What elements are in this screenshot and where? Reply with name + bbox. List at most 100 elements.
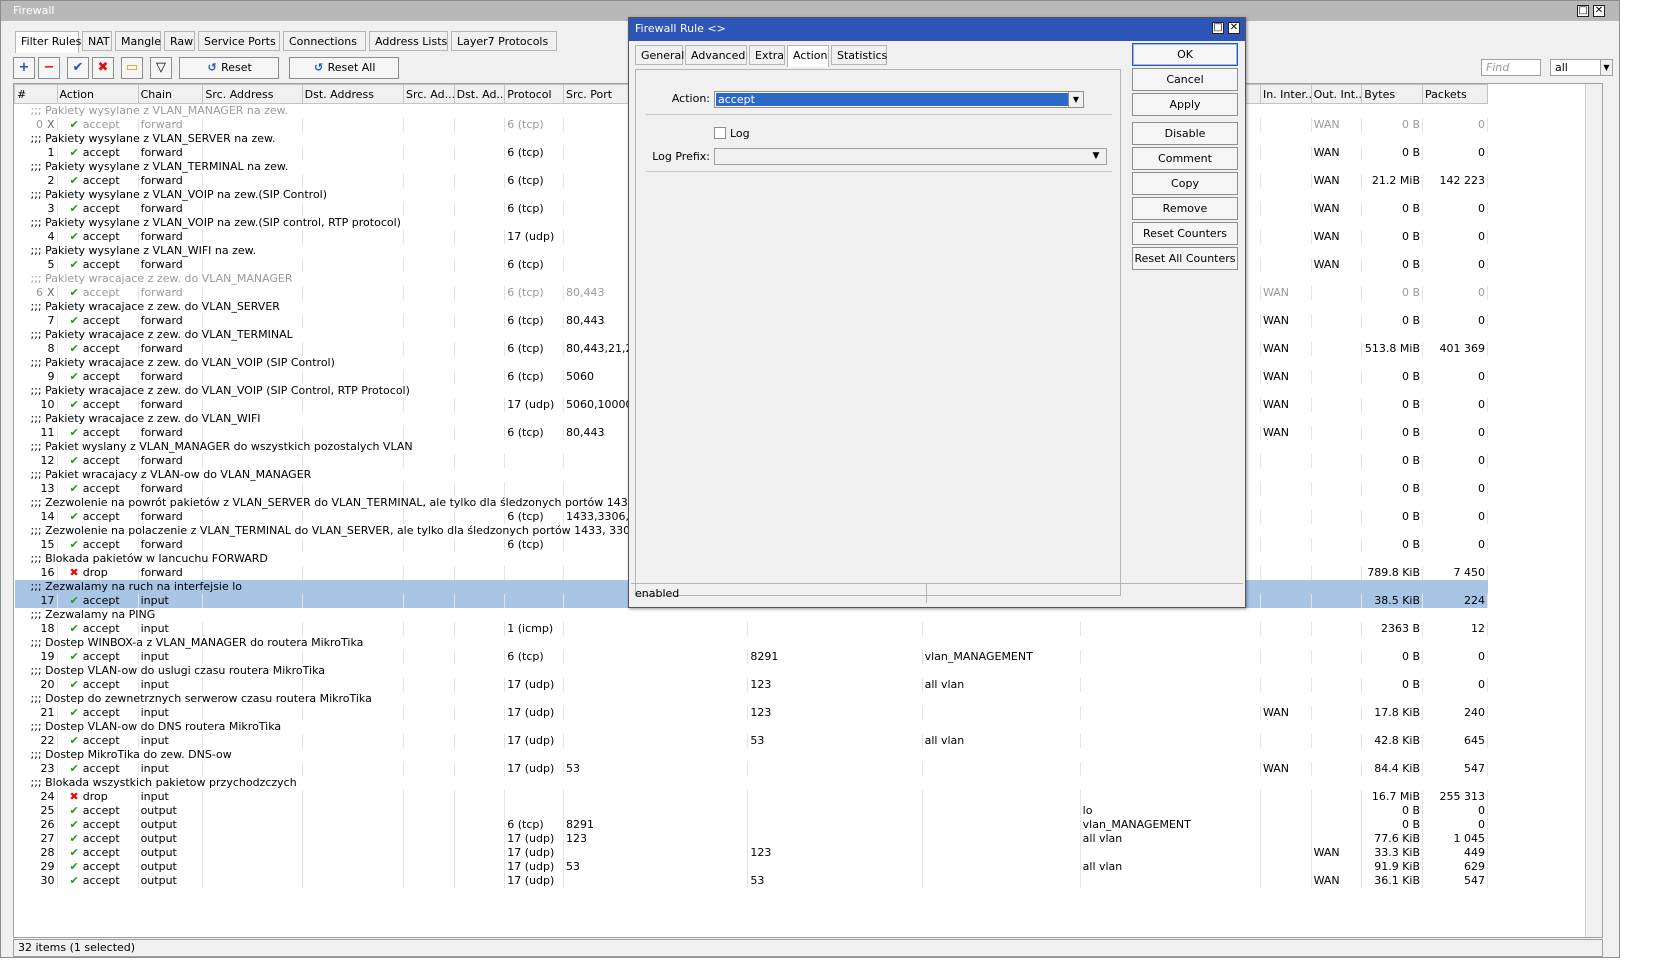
table-row[interactable]: 18 ✔ accept input 1 (icmp) 2363 B 12 xyxy=(14,622,1488,636)
cancel-button[interactable]: Cancel xyxy=(1132,68,1238,91)
rule-protocol: 17 (udp) xyxy=(504,678,564,692)
accept-icon: ✔ xyxy=(69,846,79,859)
rule-chain: forward xyxy=(138,342,204,356)
src-address-list xyxy=(403,146,455,160)
tab-statistics[interactable]: Statistics xyxy=(831,45,887,65)
in-interface: all vlan xyxy=(922,678,1081,692)
table-row[interactable]: 22 ✔ accept input 17 (udp) 53 all vlan 42.8 KiB… xyxy=(14,734,1488,748)
enable-icon[interactable]: ✔ xyxy=(67,57,89,79)
close-icon[interactable]: ✕ xyxy=(1593,5,1605,17)
disable-button[interactable]: Disable xyxy=(1132,122,1238,145)
maximize-icon[interactable]: □ xyxy=(1577,5,1589,17)
log-prefix-input[interactable] xyxy=(714,148,1107,165)
comment-row[interactable]: ;;; Dostep WINBOX-a z VLAN_MANAGER do ro… xyxy=(15,636,1488,650)
tab-extra[interactable]: Extra xyxy=(749,45,785,65)
remove-icon[interactable]: − xyxy=(38,57,60,79)
table-row[interactable]: 19 ✔ accept input 6 (tcp) 8291 vlan_MANAGEMENT… xyxy=(14,650,1488,664)
column-header[interactable]: Chain xyxy=(137,84,204,104)
column-header[interactable]: Dst. Ad... xyxy=(453,84,506,104)
rule-bytes: 91.9 KiB xyxy=(1361,860,1424,874)
reset-all-counters-button[interactable]: Reset All Counters xyxy=(1132,247,1238,270)
in-interface-list xyxy=(1260,734,1312,748)
rule-action: ✖ drop xyxy=(57,566,139,580)
rule-action: ✔ accept xyxy=(57,202,139,216)
comment-row[interactable]: ;;; Dostep VLAN-ow do DNS routera MikroT… xyxy=(15,720,1488,734)
action-text: accept xyxy=(82,286,120,299)
dst-address-list xyxy=(454,426,506,440)
table-row[interactable]: 28 ✔ accept output 17 (udp) 123 WAN 33.3 KiB 449 xyxy=(14,846,1488,860)
chevron-down-icon[interactable]: ▼ xyxy=(1088,148,1104,165)
reset-counters-button[interactable]: Reset Counters xyxy=(1132,222,1238,245)
accept-icon: ✔ xyxy=(69,202,79,215)
dst-address xyxy=(302,762,404,776)
table-row[interactable]: 30 ✔ accept output 17 (udp) 53 WAN 36.1 KiB 547 xyxy=(14,874,1488,888)
tab-general[interactable]: General xyxy=(635,45,684,65)
comment-row[interactable]: ;;; Zezwalamy na PING xyxy=(15,608,1488,622)
comment-row[interactable]: ;;; Dostep MikroTika do zew. DNS-ow xyxy=(15,748,1488,762)
maximize-icon[interactable]: □ xyxy=(1212,22,1224,34)
comment-row[interactable]: ;;; Dostep do zewnetrznych serwerow czas… xyxy=(15,692,1488,706)
tab-service-ports[interactable]: Service Ports xyxy=(198,31,280,51)
comment-button[interactable]: Comment xyxy=(1132,147,1238,170)
action-select[interactable]: accept ▼ xyxy=(714,91,1084,108)
action-text: accept xyxy=(82,314,120,327)
tab-address-lists[interactable]: Address Lists xyxy=(369,31,448,51)
comment-row[interactable]: ;;; Blokada wszystkich pakietow przychod… xyxy=(15,776,1488,790)
src-address-list xyxy=(403,426,455,440)
table-row[interactable]: 26 ✔ accept output 6 (tcp) 8291 vlan_MANAGEMEN… xyxy=(14,818,1488,832)
tab-filter-rules[interactable]: Filter Rules xyxy=(15,31,81,53)
comment-row[interactable]: ;;; Dostep VLAN-ow do uslugi czasu route… xyxy=(15,664,1488,678)
table-row[interactable]: 29 ✔ accept output 17 (udp) 53 all vlan 91.9 Ki… xyxy=(14,860,1488,874)
rule-chain: output xyxy=(138,818,204,832)
out-interface-list xyxy=(1311,286,1363,300)
column-header[interactable]: Action xyxy=(56,84,139,104)
tab-action[interactable]: Action xyxy=(787,45,829,67)
column-header[interactable]: Out. Int... xyxy=(1310,84,1363,104)
table-row[interactable]: 21 ✔ accept input 17 (udp) 123 WAN 17.8 KiB 240 xyxy=(14,706,1488,720)
column-header[interactable]: Src. Address xyxy=(202,84,303,104)
src-port xyxy=(563,790,749,804)
log-checkbox[interactable] xyxy=(714,127,726,139)
tab-nat[interactable]: NAT xyxy=(82,31,112,51)
copy-button[interactable]: Copy xyxy=(1132,172,1238,195)
column-header[interactable]: Protocol xyxy=(504,84,564,104)
filter-icon[interactable]: ▽ xyxy=(150,57,172,79)
rule-chain: input xyxy=(138,594,204,608)
table-row[interactable]: 27 ✔ accept output 17 (udp) 123 all vlan 77.6 K… xyxy=(14,832,1488,846)
rule-chain: input xyxy=(138,790,204,804)
vertical-scrollbar[interactable] xyxy=(1585,84,1602,937)
tab-advanced[interactable]: Advanced xyxy=(685,45,747,65)
reset-all-counters-button[interactable]: ↺Reset All Counters xyxy=(289,57,399,94)
comment-icon[interactable]: ▭ xyxy=(121,57,143,79)
column-header[interactable]: Bytes xyxy=(1361,84,1424,104)
close-icon[interactable]: ✕ xyxy=(1228,22,1240,34)
table-row[interactable]: 25 ✔ accept output lo 0 B0 xyxy=(14,804,1488,818)
rule-number: 19 xyxy=(14,650,58,664)
tab-connections[interactable]: Connections xyxy=(283,31,366,51)
apply-button[interactable]: Apply xyxy=(1132,93,1238,116)
column-header[interactable]: Packets xyxy=(1422,84,1488,104)
chevron-down-icon[interactable]: ▼ xyxy=(1068,92,1083,107)
table-row[interactable]: 23 ✔ accept input 17 (udp) 53 WAN 84.4 KiB 547 xyxy=(14,762,1488,776)
tab-raw[interactable]: Raw xyxy=(164,31,195,51)
tab-layer7-protocols[interactable]: Layer7 Protocols xyxy=(451,31,557,51)
ok-button[interactable]: OK xyxy=(1132,43,1238,66)
rule-chain: forward xyxy=(138,482,204,496)
column-header[interactable]: Dst. Address xyxy=(301,84,404,104)
column-header[interactable]: In. Inter... xyxy=(1259,84,1312,104)
table-row[interactable]: 24 ✖ drop input 16.7 MiB 255 313 xyxy=(14,790,1488,804)
remove-button[interactable]: Remove xyxy=(1132,197,1238,220)
column-header[interactable]: Src. Ad... xyxy=(402,84,455,104)
disable-icon[interactable]: ✖ xyxy=(92,57,114,79)
rule-index: 12 xyxy=(40,454,55,467)
find-input[interactable]: Find xyxy=(1481,59,1541,76)
reset-counters-button[interactable]: ↺Reset Counters xyxy=(179,57,279,94)
rule-index: 21 xyxy=(40,706,55,719)
rule-index: 0 xyxy=(36,118,43,131)
chevron-down-icon[interactable]: ▼ xyxy=(1600,59,1613,76)
src-address xyxy=(202,846,303,860)
column-header[interactable]: # xyxy=(14,84,58,104)
add-icon[interactable]: + xyxy=(13,57,35,79)
table-row[interactable]: 20 ✔ accept input 17 (udp) 123 all vlan 0 B0 xyxy=(14,678,1488,692)
tab-mangle[interactable]: Mangle xyxy=(115,31,161,51)
